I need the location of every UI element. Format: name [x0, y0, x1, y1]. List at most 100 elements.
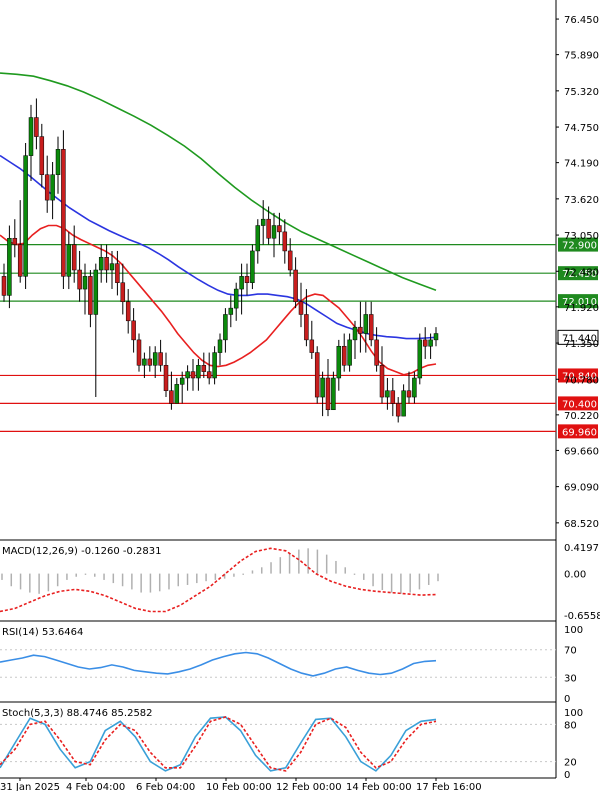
candle-bull: [196, 365, 201, 379]
candle-bear: [206, 371, 212, 379]
candle-bear: [201, 365, 207, 372]
price-tick-label: 68.520: [564, 519, 599, 530]
candle-bear: [190, 371, 196, 379]
candle-bull: [50, 174, 55, 201]
stoch-tick-label: 0: [564, 770, 570, 781]
candle-bull: [23, 155, 28, 277]
candle-bull: [7, 237, 12, 296]
candle-bear: [390, 390, 396, 404]
rsi-tick-label: 100: [564, 625, 583, 636]
time-tick-label: 4 Feb 04:00: [66, 782, 125, 791]
candle-bull: [28, 117, 34, 156]
price-tick-label: 74.750: [564, 123, 599, 134]
trading-chart[interactable]: 72.90072.45072.01071.44070.84070.40069.9…: [0, 0, 600, 793]
rsi-label: RSI(14) 53.6464: [2, 627, 83, 638]
macd-tick-label: -0.6558: [564, 611, 600, 622]
candle-bear: [1, 276, 7, 296]
candle-bear: [325, 377, 331, 411]
price-tick-label: 70.780: [564, 375, 599, 386]
candle-bear: [314, 352, 320, 398]
candle-bull: [433, 333, 439, 341]
candle-bull: [401, 390, 406, 417]
rsi-tick-label: 30: [564, 673, 577, 684]
candle-bull: [228, 307, 234, 315]
candle-bear: [34, 117, 39, 137]
price-tick-label: 71.350: [564, 339, 599, 350]
candle-bear: [298, 301, 304, 315]
candle-bull: [185, 371, 190, 379]
candle-bear: [341, 345, 347, 366]
time-tick-label: 10 Feb 00:00: [206, 782, 272, 791]
candle-bear: [282, 231, 288, 252]
candle-bull: [260, 218, 266, 226]
candle-bull: [271, 225, 277, 239]
candle-bear: [304, 314, 309, 341]
price-tick-label: 71.920: [564, 303, 599, 314]
candle-bull: [174, 384, 180, 404]
price-tick-label: 70.220: [564, 411, 599, 422]
price-tick-label: 74.190: [564, 159, 599, 170]
candle-bull: [212, 352, 217, 379]
candle-bull: [233, 288, 239, 309]
level-tag-label: 70.400: [562, 399, 597, 410]
candle-bear: [169, 390, 174, 404]
rsi-tick-label: 0: [564, 694, 570, 705]
candle-bull: [55, 149, 61, 175]
candle-bull: [250, 250, 255, 283]
candle-bull: [255, 225, 261, 252]
candle-bull: [98, 257, 104, 271]
candle-bull: [428, 339, 433, 347]
candle-bull: [223, 314, 228, 341]
price-tick-label: 76.450: [564, 15, 599, 26]
candle-bull: [93, 269, 99, 315]
candle-bull: [320, 377, 325, 398]
level-tag-label: 69.960: [562, 427, 597, 438]
candle-bear: [61, 149, 66, 277]
price-tick-label: 75.320: [564, 87, 599, 98]
candle-bear: [368, 314, 374, 341]
candle-bear: [17, 244, 23, 277]
candle-bull: [336, 345, 342, 379]
time-tick-label: 17 Feb 16:00: [416, 782, 482, 791]
candle-bull: [347, 339, 352, 366]
candle-bear: [277, 225, 282, 233]
candle-bear: [309, 339, 315, 353]
candle-bear: [422, 339, 428, 347]
candle-bull: [331, 377, 336, 411]
stoch-tick-label: 80: [564, 720, 577, 731]
stoch-tick-label: 20: [564, 758, 577, 769]
candle-bull: [352, 326, 358, 341]
price-tick-label: 69.090: [564, 483, 599, 494]
candle-bear: [12, 237, 18, 245]
price-tick-label: 75.890: [564, 51, 599, 62]
candle-bear: [244, 276, 250, 283]
candle-bull: [385, 390, 390, 398]
price-tick-label: 73.050: [564, 231, 599, 242]
candle-bull: [66, 244, 72, 277]
time-tick-label: 12 Feb 00:00: [276, 782, 342, 791]
candle-bear: [88, 276, 93, 315]
candle-bear: [39, 136, 45, 175]
macd-tick-label: 0.4197: [564, 543, 599, 554]
candle-bull: [363, 314, 369, 334]
candle-bear: [44, 174, 50, 201]
candle-bull: [412, 377, 417, 398]
candle-bear: [104, 257, 109, 271]
candle-bull: [217, 339, 223, 353]
candle-bear: [120, 282, 126, 303]
candle-bear: [406, 390, 412, 398]
candle-bear: [266, 218, 271, 239]
candle-bear: [158, 352, 163, 366]
candle-bull: [179, 377, 185, 385]
candle-bear: [71, 244, 77, 271]
candle-bear: [147, 358, 153, 366]
candle-bear: [77, 269, 82, 290]
time-tick-label: 31 Jan 2025: [0, 782, 60, 791]
price-tick-label: 72.480: [564, 267, 599, 278]
candle-bear: [115, 263, 120, 283]
chart-root: 72.900 72.450 72.010 71.440 70.840 70.400 69.9…: [0, 0, 600, 793]
candle-bull: [239, 276, 244, 290]
macd-tick-label: 0.00: [564, 570, 586, 581]
time-tick-label: 6 Feb 04:00: [136, 782, 195, 791]
candle-bull: [142, 358, 147, 366]
